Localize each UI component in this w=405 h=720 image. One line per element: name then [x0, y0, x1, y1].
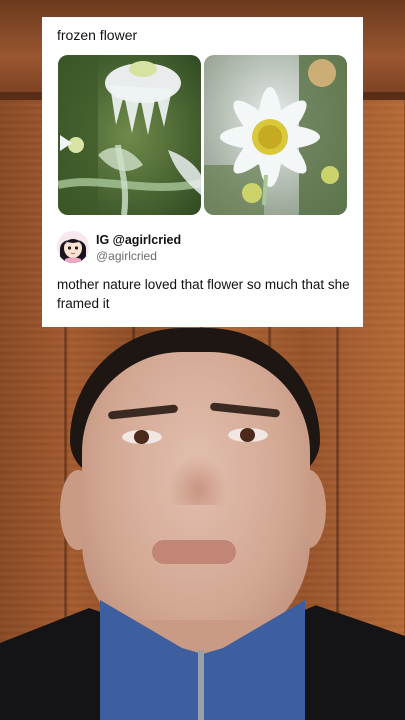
creator-eye-right	[228, 428, 268, 442]
author-display-name[interactable]: IG @agirlcried	[96, 233, 181, 247]
creator-zipper	[198, 650, 204, 720]
author-handle[interactable]: @agirlcried	[96, 249, 157, 263]
creator-nose	[168, 455, 228, 505]
creator-eye-left	[122, 430, 162, 444]
post-body-text: mother nature loved that flower so much …	[57, 277, 350, 311]
post-title: frozen flower	[57, 27, 138, 43]
frozen-flower-photo-right[interactable]	[204, 55, 347, 215]
cartoon-girl-avatar-icon[interactable]	[57, 231, 89, 263]
post-author[interactable]: IG @agirlcried @agirlcried	[57, 231, 357, 267]
creator-mouth	[152, 540, 236, 564]
post-card: frozen flower IG @agirlcried @agirlcried…	[42, 17, 363, 327]
frozen-flower-photo-left[interactable]	[58, 55, 201, 215]
